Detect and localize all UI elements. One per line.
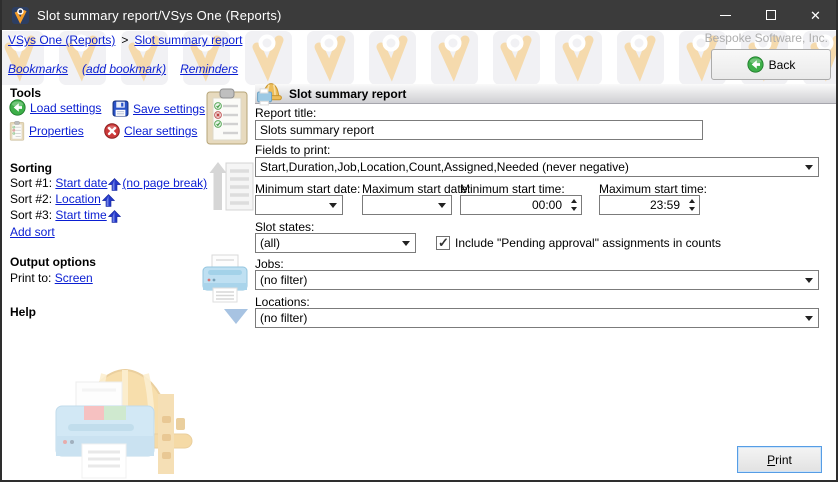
app-logo-icon — [12, 7, 29, 24]
report-title-label: Report title: — [255, 106, 316, 120]
max-start-date-label: Maximum start date: — [362, 182, 471, 196]
report-panel-title: Slot summary report — [289, 87, 406, 101]
sort3-field-link[interactable]: Start time — [55, 208, 106, 222]
tools-clipboard-icon — [205, 88, 249, 146]
max-start-date-dropdown[interactable] — [362, 195, 452, 215]
sort1-page-break-link[interactable]: (no page break) — [122, 176, 207, 190]
fields-to-print-label: Fields to print: — [255, 143, 330, 157]
app-window: Slot summary report/VSys One (Reports) ✕… — [0, 0, 838, 482]
save-settings-link[interactable]: Save settings — [133, 102, 205, 116]
print-button-label: rint — [775, 453, 792, 467]
sort2-label: Sort #2: — [10, 192, 52, 206]
breadcrumb-separator: > — [121, 33, 128, 47]
output-printer-icon — [198, 250, 252, 304]
sort2-field-link[interactable]: Location — [55, 192, 100, 206]
max-start-time-label: Maximum start time: — [599, 182, 707, 196]
print-to-label: Print to: — [10, 271, 51, 285]
window-title: Slot summary report/VSys One (Reports) — [37, 8, 282, 23]
jobs-value: (no filter) — [256, 273, 307, 287]
sort1-ascending-icon[interactable] — [108, 178, 121, 191]
jobs-dropdown[interactable]: (no filter) — [255, 270, 819, 290]
chevron-down-icon — [805, 316, 813, 321]
chevron-down-icon — [805, 165, 813, 170]
min-start-date-dropdown[interactable] — [255, 195, 343, 215]
chevron-down-icon — [402, 241, 410, 246]
maximize-icon — [766, 10, 776, 20]
max-start-time-value: 23:59 — [650, 198, 684, 212]
min-start-date-label: Minimum start date: — [255, 182, 360, 196]
clear-settings-link[interactable]: Clear settings — [124, 124, 197, 138]
close-button[interactable]: ✕ — [793, 0, 838, 30]
chevron-down-icon — [329, 203, 337, 208]
pending-approval-checkbox[interactable] — [436, 236, 450, 250]
save-settings-icon — [112, 100, 129, 117]
pending-approval-label: Include "Pending approval" assignments i… — [455, 236, 721, 250]
help-section-title: Help — [10, 305, 36, 319]
breadcrumb: VSys One (Reports) > Slot summary report — [8, 33, 242, 47]
print-button-accesskey: P — [767, 453, 775, 467]
sorting-section-title: Sorting — [10, 161, 52, 175]
spinner-arrows-icon[interactable] — [684, 196, 699, 214]
report-title-field-frame — [255, 120, 703, 140]
min-start-time-label: Minimum start time: — [460, 182, 565, 196]
locations-value: (no filter) — [256, 311, 307, 325]
print-to-screen-link[interactable]: Screen — [55, 271, 93, 285]
tools-section-title: Tools — [10, 86, 41, 100]
report-icon — [256, 80, 284, 106]
spinner-arrows-icon[interactable] — [566, 196, 581, 214]
quick-links: Bookmarks (add bookmark) Reminders — [8, 62, 238, 76]
hardhat-printer-watermark — [48, 346, 200, 480]
breadcrumb-home-link[interactable]: VSys One (Reports) — [8, 33, 115, 47]
fields-to-print-dropdown[interactable]: Start,Duration,Job,Location,Count,Assign… — [255, 157, 819, 177]
back-button[interactable]: Back — [711, 49, 831, 80]
chevron-down-icon — [438, 203, 446, 208]
back-button-label: Back — [769, 58, 796, 72]
help-icon[interactable] — [224, 309, 248, 324]
close-icon: ✕ — [810, 9, 821, 22]
sort1-label: Sort #1: — [10, 176, 52, 190]
jobs-label: Jobs: — [255, 257, 284, 271]
fields-to-print-value: Start,Duration,Job,Location,Count,Assign… — [256, 160, 629, 174]
chevron-down-icon — [805, 278, 813, 283]
slot-states-label: Slot states: — [255, 220, 314, 234]
maximize-button[interactable] — [748, 0, 793, 30]
locations-dropdown[interactable]: (no filter) — [255, 308, 819, 328]
sort2-ascending-icon[interactable] — [102, 194, 115, 207]
sort3-ascending-icon[interactable] — [108, 210, 121, 223]
print-button[interactable]: Print — [737, 446, 822, 473]
minimize-icon — [720, 15, 731, 16]
min-start-time-value: 00:00 — [532, 198, 566, 212]
bookmarks-link[interactable]: Bookmarks — [8, 62, 68, 76]
title-bar: Slot summary report/VSys One (Reports) ✕ — [0, 0, 838, 30]
sort3-label: Sort #3: — [10, 208, 52, 222]
load-settings-icon — [9, 99, 26, 116]
reminders-link[interactable]: Reminders — [180, 62, 238, 76]
add-bookmark-link[interactable]: (add bookmark) — [82, 62, 166, 76]
clear-settings-icon — [104, 123, 120, 139]
min-start-time-spinner[interactable]: 00:00 — [460, 195, 582, 215]
back-icon — [747, 56, 764, 73]
properties-icon — [9, 121, 25, 141]
brand-text: Bespoke Software, Inc. — [705, 31, 828, 45]
properties-link[interactable]: Properties — [29, 124, 84, 138]
load-settings-link[interactable]: Load settings — [30, 101, 101, 115]
locations-label: Locations: — [255, 295, 310, 309]
slot-states-dropdown[interactable]: (all) — [255, 233, 416, 253]
report-title-input[interactable] — [256, 121, 702, 139]
breadcrumb-current-link[interactable]: Slot summary report — [134, 33, 242, 47]
output-section-title: Output options — [10, 255, 96, 269]
sorting-paper-icon — [209, 161, 255, 213]
minimize-button[interactable] — [703, 0, 748, 30]
add-sort-link[interactable]: Add sort — [10, 225, 55, 239]
max-start-time-spinner[interactable]: 23:59 — [599, 195, 700, 215]
slot-states-value: (all) — [256, 236, 280, 250]
sort1-field-link[interactable]: Start date — [55, 176, 107, 190]
